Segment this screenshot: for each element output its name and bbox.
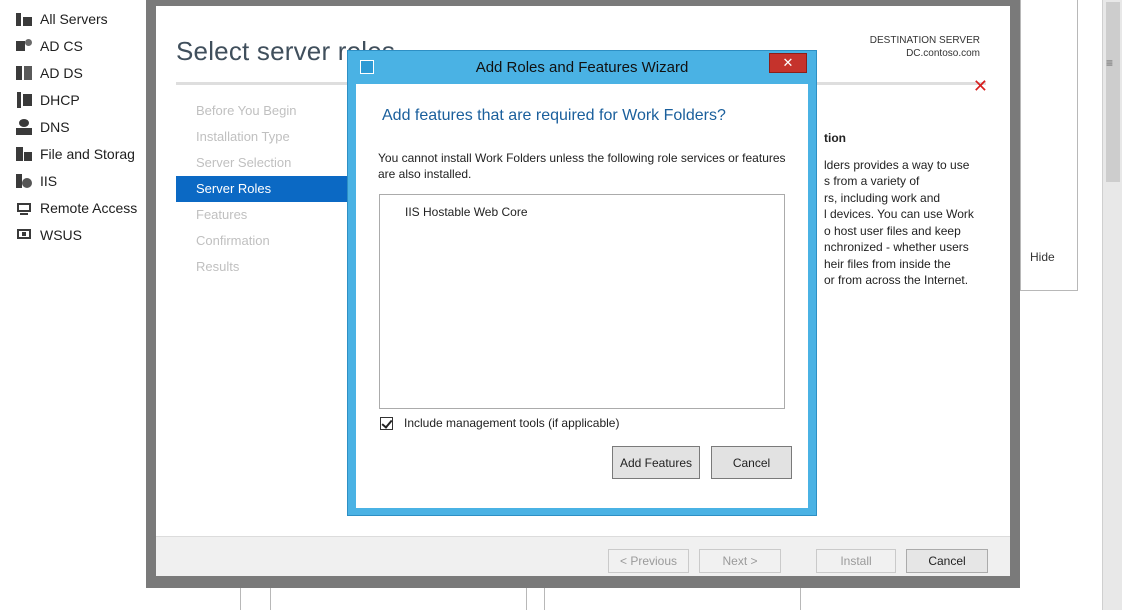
- dns-icon: [16, 119, 32, 135]
- certificate-icon: [16, 38, 32, 54]
- nav-item-all-servers[interactable]: All Servers: [0, 6, 146, 32]
- nav-item-label: DNS: [40, 119, 70, 135]
- dialog-body: Add features that are required for Work …: [356, 84, 808, 508]
- step-features[interactable]: Features: [176, 202, 356, 228]
- nav-item-label: IIS: [40, 173, 58, 189]
- scrollbar-thumb[interactable]: [1106, 2, 1120, 182]
- dialog-close-button[interactable]: ✕: [769, 53, 807, 73]
- servers-icon: [16, 11, 32, 27]
- destination-server-name: DC.contoso.com: [906, 48, 980, 59]
- dialog-title: Add Roles and Features Wizard: [475, 59, 689, 76]
- directory-icon: [16, 65, 32, 81]
- list-item[interactable]: IIS Hostable Web Core: [405, 205, 528, 219]
- step-before-you-begin[interactable]: Before You Begin: [176, 98, 356, 124]
- nav-item-label: AD DS: [40, 65, 83, 81]
- description-line: heir files from inside the: [824, 256, 951, 271]
- nav-item-label: All Servers: [40, 11, 108, 27]
- description-heading: tion: [824, 131, 846, 145]
- include-tools-row[interactable]: Include management tools (if applicable): [380, 416, 619, 430]
- description-line: nchronized - whether users: [824, 240, 969, 254]
- description-line: o host user files and keep: [824, 223, 961, 238]
- cancel-button[interactable]: Cancel: [906, 549, 988, 573]
- description-line: or from across the Internet.: [824, 273, 969, 287]
- hide-link[interactable]: Hide: [1030, 250, 1055, 264]
- install-button[interactable]: Install: [816, 549, 896, 573]
- step-server-roles[interactable]: Server Roles: [176, 176, 356, 202]
- nav-item-label: WSUS: [40, 227, 82, 243]
- dialog-heading: Add features that are required for Work …: [382, 107, 726, 124]
- nav-item-remote-access[interactable]: Remote Access: [0, 195, 146, 221]
- previous-button[interactable]: < Previous: [608, 549, 689, 573]
- vertical-scrollbar[interactable]: [1102, 0, 1122, 610]
- error-close-icon[interactable]: ✕: [973, 76, 988, 97]
- wizard-steps: Before You Begin Installation Type Serve…: [176, 98, 356, 280]
- nav-item-label: Remote Access: [40, 200, 138, 216]
- description-line: lders provides a way to use: [824, 157, 970, 172]
- add-features-button[interactable]: Add Features: [612, 446, 700, 479]
- destination-server: DESTINATION SERVER DC.contoso.com: [870, 34, 980, 60]
- add-features-dialog: Add Roles and Features Wizard ✕ Add feat…: [347, 50, 817, 516]
- iis-icon: [16, 173, 32, 189]
- description-line: l devices. You can use Work: [824, 207, 974, 221]
- wizard-footer: < Previous Next > Install Cancel: [156, 536, 1010, 576]
- role-description: tion lders provides a way to use s from …: [824, 130, 996, 289]
- destination-label: DESTINATION SERVER: [869, 35, 980, 46]
- nav-item-label: File and Storag: [40, 146, 135, 162]
- dialog-cancel-button[interactable]: Cancel: [711, 446, 792, 479]
- description-line: rs, including work and: [824, 190, 941, 205]
- nav-item-wsus[interactable]: WSUS: [0, 222, 146, 248]
- required-features-list[interactable]: IIS Hostable Web Core: [379, 194, 785, 409]
- nav-item-ad-ds[interactable]: AD DS: [0, 60, 146, 86]
- next-button[interactable]: Next >: [699, 549, 781, 573]
- nav-item-label: AD CS: [40, 38, 83, 54]
- include-tools-label[interactable]: Include management tools (if applicable): [404, 416, 619, 430]
- menu-icon[interactable]: ≡: [1106, 56, 1113, 70]
- remote-access-icon: [16, 200, 32, 216]
- nav-item-label: DHCP: [40, 92, 80, 108]
- description-line: s from a variety of: [824, 174, 920, 188]
- step-confirmation[interactable]: Confirmation: [176, 228, 356, 254]
- dhcp-icon: [16, 92, 32, 108]
- nav-item-file-storage[interactable]: File and Storag: [0, 141, 146, 167]
- dialog-title-bar[interactable]: Add Roles and Features Wizard ✕: [348, 51, 816, 84]
- step-results[interactable]: Results: [176, 254, 356, 280]
- step-installation-type[interactable]: Installation Type: [176, 124, 356, 150]
- wsus-icon: [16, 227, 32, 243]
- nav-item-ad-cs[interactable]: AD CS: [0, 33, 146, 59]
- server-manager-nav: All Servers AD CS AD DS DHCP DNS File an…: [0, 0, 146, 610]
- file-storage-icon: [16, 146, 32, 162]
- step-server-selection[interactable]: Server Selection: [176, 150, 356, 176]
- include-tools-checkbox[interactable]: [380, 416, 393, 430]
- nav-item-dns[interactable]: DNS: [0, 114, 146, 140]
- dialog-message: You cannot install Work Folders unless t…: [378, 151, 786, 181]
- nav-item-iis[interactable]: IIS: [0, 168, 146, 194]
- nav-item-dhcp[interactable]: DHCP: [0, 87, 146, 113]
